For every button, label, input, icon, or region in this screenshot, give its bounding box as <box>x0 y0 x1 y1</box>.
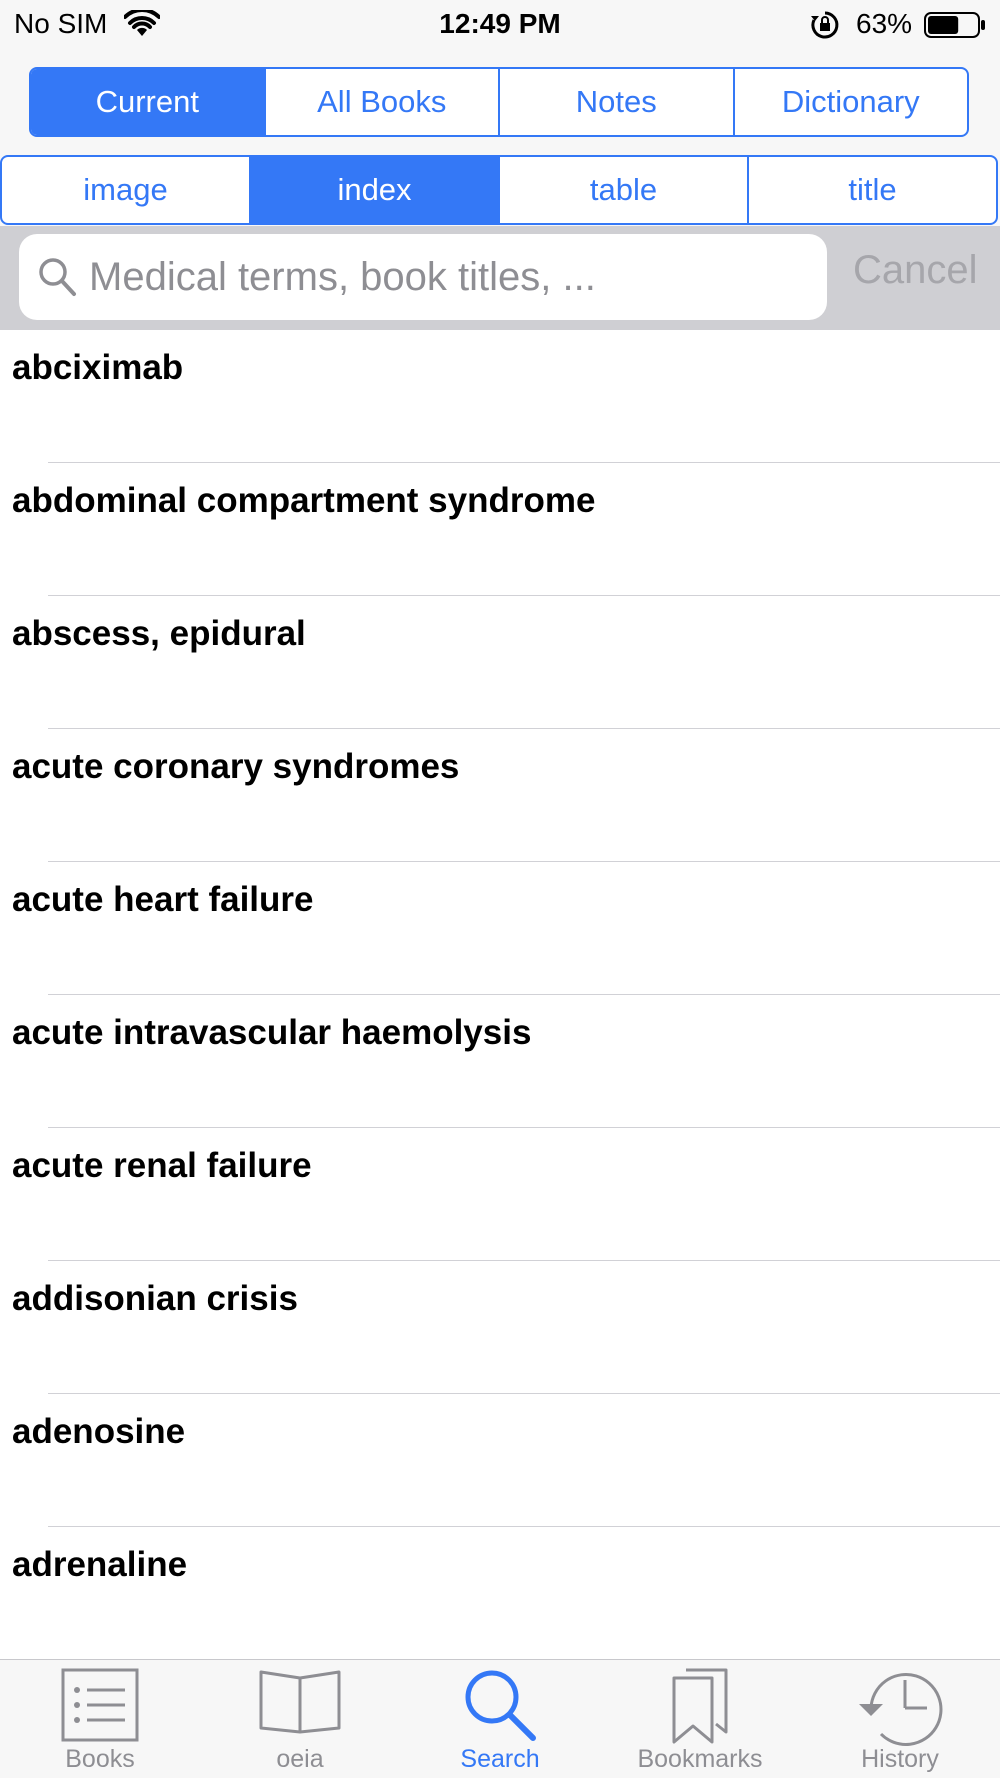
open-book-icon <box>259 1670 341 1734</box>
search-input[interactable] <box>89 248 809 306</box>
tab-notes[interactable]: Notes <box>498 69 733 135</box>
rotation-lock-icon <box>811 11 839 39</box>
tab-dictionary[interactable]: Dictionary <box>732 69 968 135</box>
battery-percent: 63% <box>856 8 913 39</box>
tab-history[interactable]: History <box>800 1660 1000 1778</box>
tab-all-books[interactable]: All Books <box>263 69 499 135</box>
tab-image[interactable]: image <box>2 157 249 223</box>
type-segmented-control: image index table title <box>0 155 998 225</box>
list-item[interactable]: acute coronary syndromes <box>0 729 1000 862</box>
list-item[interactable]: abdominal compartment syndrome <box>0 463 1000 596</box>
tab-index[interactable]: index <box>249 157 498 223</box>
tab-oeia[interactable]: oeia <box>200 1660 400 1778</box>
tab-bar: Books oeia Search Bookmarks History <box>0 1659 1000 1778</box>
tab-title[interactable]: title <box>747 157 996 223</box>
list-item-label: acute coronary syndromes <box>12 747 460 786</box>
search-icon <box>39 258 76 296</box>
list-item-label: abciximab <box>12 348 184 387</box>
battery-icon <box>924 12 985 38</box>
search-bar: Cancel <box>0 226 1000 330</box>
scope-segmented-control: Current All Books Notes Dictionary <box>29 67 969 137</box>
list-item[interactable]: abscess, epidural <box>0 596 1000 729</box>
list-item[interactable]: acute renal failure <box>0 1128 1000 1261</box>
results-list: abciximab abdominal compartment syndrome… <box>0 330 1000 1660</box>
tab-label: oeia <box>276 1745 324 1773</box>
tab-label: Books <box>65 1745 135 1773</box>
list-item-label: adrenaline <box>12 1545 188 1584</box>
list-item-label: abscess, epidural <box>12 614 306 653</box>
list-item-label: acute heart failure <box>12 880 314 919</box>
tab-current[interactable]: Current <box>31 69 264 135</box>
tab-label: Search <box>460 1745 540 1773</box>
bookmarks-icon <box>672 1668 728 1744</box>
tab-label: Bookmarks <box>637 1745 763 1773</box>
list-item[interactable]: adenosine <box>0 1394 1000 1527</box>
cancel-button[interactable]: Cancel <box>853 248 978 293</box>
list-item[interactable]: adrenaline <box>0 1527 1000 1660</box>
clock: 12:49 PM <box>439 8 561 39</box>
list-item-label: adenosine <box>12 1412 186 1451</box>
tab-books[interactable]: Books <box>0 1660 200 1778</box>
list-item[interactable]: addisonian crisis <box>0 1261 1000 1394</box>
list-item-label: acute intravascular haemolysis <box>12 1013 532 1052</box>
list-item[interactable]: acute heart failure <box>0 862 1000 995</box>
tab-label: History <box>861 1745 939 1773</box>
list-item-label: addisonian crisis <box>12 1279 298 1318</box>
tab-search[interactable]: Search <box>400 1660 600 1778</box>
history-clock-icon <box>859 1672 943 1746</box>
list-item-label: acute renal failure <box>12 1146 312 1185</box>
list-item[interactable]: acute intravascular haemolysis <box>0 995 1000 1128</box>
list-icon <box>61 1668 139 1742</box>
status-bar: No SIM 12:49 PM 63% <box>0 0 1000 50</box>
search-icon <box>465 1670 536 1741</box>
list-item-label: abdominal compartment syndrome <box>12 481 596 520</box>
list-item[interactable]: abciximab <box>0 330 1000 463</box>
tab-bookmarks[interactable]: Bookmarks <box>600 1660 800 1778</box>
tab-table[interactable]: table <box>498 157 747 223</box>
search-field[interactable] <box>19 234 827 320</box>
